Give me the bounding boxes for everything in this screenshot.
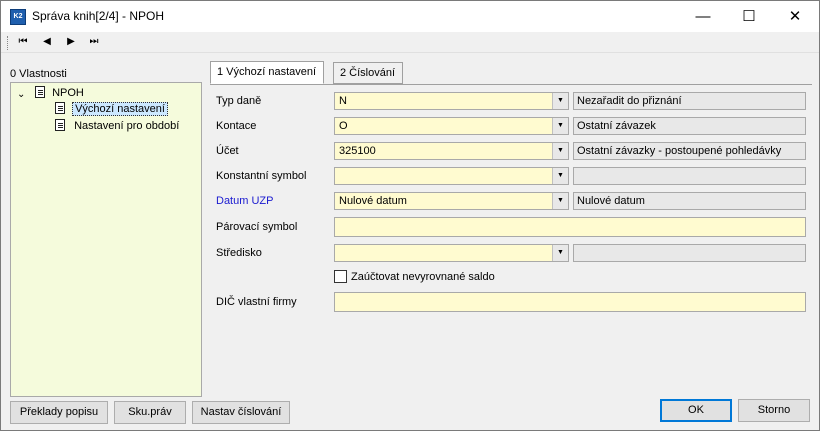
- properties-tree[interactable]: ⌄ NPOH Výchozí nastavení Nastavení pro o…: [10, 82, 202, 397]
- toolbar-grip: [7, 36, 9, 50]
- preklady-popisu-button[interactable]: Překlady popisu: [10, 401, 108, 424]
- datum-uzp-description: Nulové datum: [573, 192, 806, 210]
- kontace-value: O: [339, 120, 348, 132]
- parovaci-symbol-input[interactable]: [334, 217, 806, 237]
- ucet-value: 325100: [339, 145, 376, 157]
- tab-vychozi-nastaveni[interactable]: 1 Výchozí nastavení: [210, 61, 324, 84]
- typ-dane-combo[interactable]: N ▼: [334, 92, 569, 110]
- konstantni-symbol-combo[interactable]: ▼: [334, 167, 569, 185]
- ucet-description: Ostatní závazky - postoupené pohledávky: [573, 142, 806, 160]
- tab-cislovani[interactable]: 2 Číslování: [333, 62, 403, 84]
- nastav-cislovani-button[interactable]: Nastav číslování: [192, 401, 290, 424]
- konstantni-symbol-description: [573, 167, 806, 185]
- tree-item-vychozi-nastaveni[interactable]: Výchozí nastavení: [55, 101, 168, 117]
- dialog-window: K2 Správa knih[2/4] - NPOH — ☐ ✕ ⏮ ◀ ▶ ⏭…: [0, 0, 820, 431]
- tree-item-nastaveni-pro-obdobi[interactable]: Nastavení pro období: [55, 118, 179, 134]
- tree-item-label: Nastavení pro období: [74, 120, 180, 132]
- typ-dane-label: Typ daně: [216, 95, 262, 107]
- tree-item-label: NPOH: [52, 87, 84, 99]
- first-record-icon[interactable]: ⏮: [14, 34, 32, 50]
- dropdown-arrow-icon[interactable]: ▼: [552, 143, 568, 159]
- zauctovat-label[interactable]: Zaúčtovat nevyrovnané saldo: [351, 269, 495, 285]
- next-record-icon[interactable]: ▶: [62, 34, 80, 50]
- document-icon: [55, 102, 65, 114]
- ucet-label: Účet: [216, 145, 239, 157]
- ok-button[interactable]: OK: [660, 399, 732, 422]
- document-icon: [55, 119, 65, 131]
- dropdown-arrow-icon[interactable]: ▼: [552, 245, 568, 261]
- window-title: Správa knih[2/4] - NPOH: [32, 9, 165, 23]
- kontace-description: Ostatní závazek: [573, 117, 806, 135]
- sku-prav-button[interactable]: Sku.práv: [114, 401, 186, 424]
- typ-dane-value: N: [339, 95, 347, 107]
- previous-record-icon[interactable]: ◀: [38, 34, 56, 50]
- close-button[interactable]: ✕: [772, 1, 818, 32]
- tree-collapse-toggle-icon[interactable]: ⌄: [17, 89, 25, 100]
- datum-uzp-label: Datum UZP: [216, 195, 274, 207]
- maximize-button[interactable]: ☐: [726, 1, 772, 32]
- storno-button[interactable]: Storno: [738, 399, 810, 422]
- datum-uzp-combo[interactable]: Nulové datum ▼: [334, 192, 569, 210]
- dic-input[interactable]: [334, 292, 806, 312]
- tree-item-label: Výchozí nastavení: [72, 102, 168, 116]
- typ-dane-description: Nezařadit do přiznání: [573, 92, 806, 110]
- zauctovat-checkbox[interactable]: [334, 270, 347, 283]
- document-icon: [35, 86, 45, 98]
- datum-uzp-value: Nulové datum: [339, 195, 407, 207]
- stredisko-combo[interactable]: ▼: [334, 244, 569, 262]
- dropdown-arrow-icon[interactable]: ▼: [552, 193, 568, 209]
- minimize-button[interactable]: —: [680, 1, 726, 32]
- stredisko-description: [573, 244, 806, 262]
- title-bar: K2 Správa knih[2/4] - NPOH — ☐ ✕: [1, 1, 819, 32]
- dropdown-arrow-icon[interactable]: ▼: [552, 93, 568, 109]
- app-icon: K2: [10, 9, 26, 25]
- tree-item-npoh[interactable]: NPOH: [35, 85, 84, 101]
- last-record-icon[interactable]: ⏭: [85, 34, 103, 50]
- kontace-combo[interactable]: O ▼: [334, 117, 569, 135]
- dic-label: DIČ vlastní firmy: [216, 296, 297, 308]
- dropdown-arrow-icon[interactable]: ▼: [552, 118, 568, 134]
- stredisko-label: Středisko: [216, 247, 262, 259]
- dropdown-arrow-icon[interactable]: ▼: [552, 168, 568, 184]
- konstantni-symbol-label: Konstantní symbol: [216, 170, 307, 182]
- ucet-combo[interactable]: 325100 ▼: [334, 142, 569, 160]
- parovaci-symbol-label: Párovací symbol: [216, 221, 298, 233]
- record-navigation-toolbar: ⏮ ◀ ▶ ⏭: [1, 32, 819, 53]
- properties-label: 0 Vlastnosti: [10, 68, 67, 80]
- kontace-label: Kontace: [216, 120, 257, 132]
